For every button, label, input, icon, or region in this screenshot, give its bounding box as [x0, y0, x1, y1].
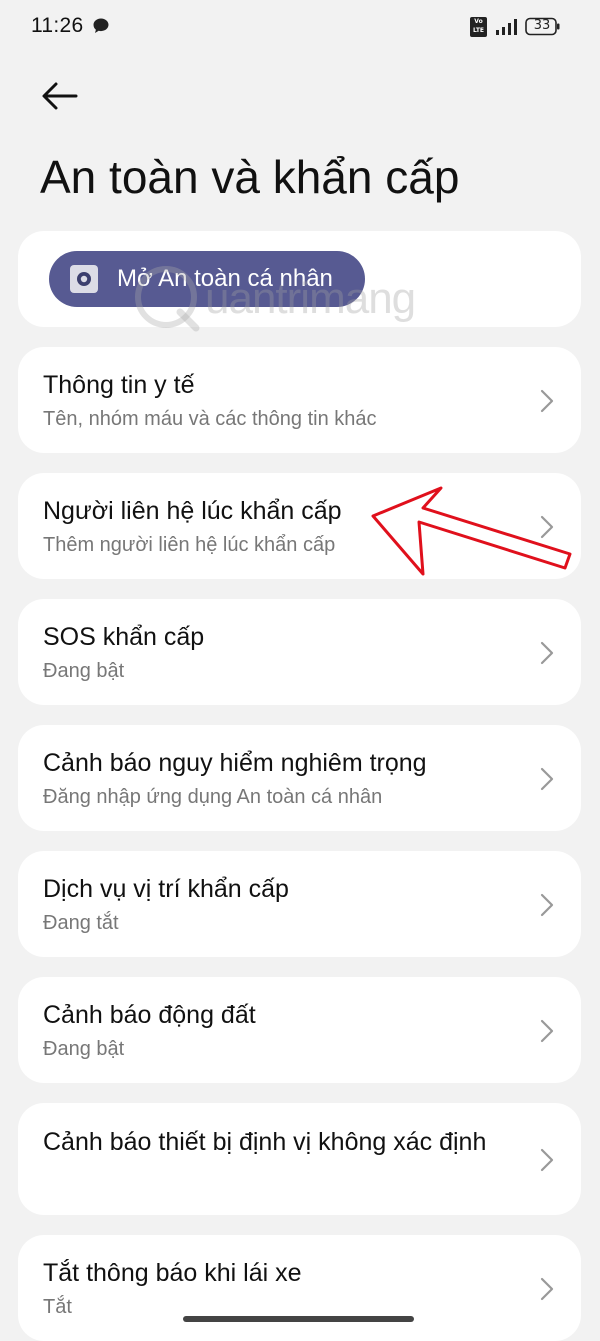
settings-item-subtitle: Đang tắt	[43, 912, 119, 934]
settings-item-subtitle: Đang bật	[43, 660, 125, 682]
settings-item-emergency-contacts[interactable]: Người liên hệ lúc khẩn cấp Thêm người li…	[18, 473, 581, 579]
settings-item-medical-info[interactable]: Thông tin y tế Tên, nhóm máu và các thôn…	[18, 347, 581, 453]
safety-app-icon	[70, 265, 98, 293]
settings-item-subtitle: Đăng nhập ứng dụng An toàn cá nhân	[43, 786, 383, 808]
settings-item-title: Cảnh báo thiết bị định vị không xác định	[43, 1128, 487, 1156]
back-button[interactable]	[34, 74, 86, 118]
settings-item-subtitle: Thêm người liên hệ lúc khẩn cấp	[43, 534, 336, 556]
chevron-right-icon	[540, 389, 554, 413]
settings-item-subtitle: Tắt	[43, 1296, 72, 1318]
chevron-right-icon	[540, 1148, 554, 1172]
settings-item-title: Thông tin y tế	[43, 371, 195, 399]
settings-item-unknown-tracker-alerts[interactable]: Cảnh báo thiết bị định vị không xác định	[18, 1103, 581, 1215]
settings-item-driving-notifications[interactable]: Tắt thông báo khi lái xe Tắt	[18, 1235, 581, 1341]
settings-item-title: Tắt thông báo khi lái xe	[43, 1259, 302, 1287]
settings-item-title: Người liên hệ lúc khẩn cấp	[43, 497, 342, 525]
open-personal-safety-label: Mở An toàn cá nhân	[117, 265, 333, 292]
settings-item-title: Dịch vụ vị trí khẩn cấp	[43, 875, 289, 903]
settings-item-subtitle: Tên, nhóm máu và các thông tin khác	[43, 408, 377, 430]
settings-item-title: Cảnh báo nguy hiểm nghiêm trọng	[43, 749, 427, 777]
chevron-right-icon	[540, 515, 554, 539]
signal-icon	[496, 19, 517, 35]
chevron-right-icon	[540, 641, 554, 665]
chat-bubble-icon	[93, 18, 109, 33]
settings-item-crisis-alerts[interactable]: Cảnh báo nguy hiểm nghiêm trọng Đăng nhậ…	[18, 725, 581, 831]
page-title: An toàn và khẩn cấp	[40, 151, 460, 203]
chevron-right-icon	[540, 1277, 554, 1301]
status-bar: 11:26 Vo LTE 33	[0, 0, 600, 56]
home-indicator[interactable]	[183, 1316, 414, 1322]
back-arrow-icon	[42, 82, 78, 110]
personal-safety-card: Mở An toàn cá nhân	[18, 231, 581, 327]
settings-item-earthquake-alerts[interactable]: Cảnh báo động đất Đang bật	[18, 977, 581, 1083]
settings-item-title: Cảnh báo động đất	[43, 1001, 256, 1029]
settings-item-title: SOS khẩn cấp	[43, 623, 205, 651]
chevron-right-icon	[540, 1019, 554, 1043]
chevron-right-icon	[540, 893, 554, 917]
volte-icon: Vo LTE	[470, 17, 487, 37]
settings-item-subtitle: Đang bật	[43, 1038, 125, 1060]
battery-level: 33	[533, 18, 551, 33]
status-time: 11:26	[31, 14, 84, 37]
chevron-right-icon	[540, 767, 554, 791]
settings-item-emergency-sos[interactable]: SOS khẩn cấp Đang bật	[18, 599, 581, 705]
settings-item-emergency-location[interactable]: Dịch vụ vị trí khẩn cấp Đang tắt	[18, 851, 581, 957]
open-personal-safety-button[interactable]: Mở An toàn cá nhân	[49, 251, 365, 307]
